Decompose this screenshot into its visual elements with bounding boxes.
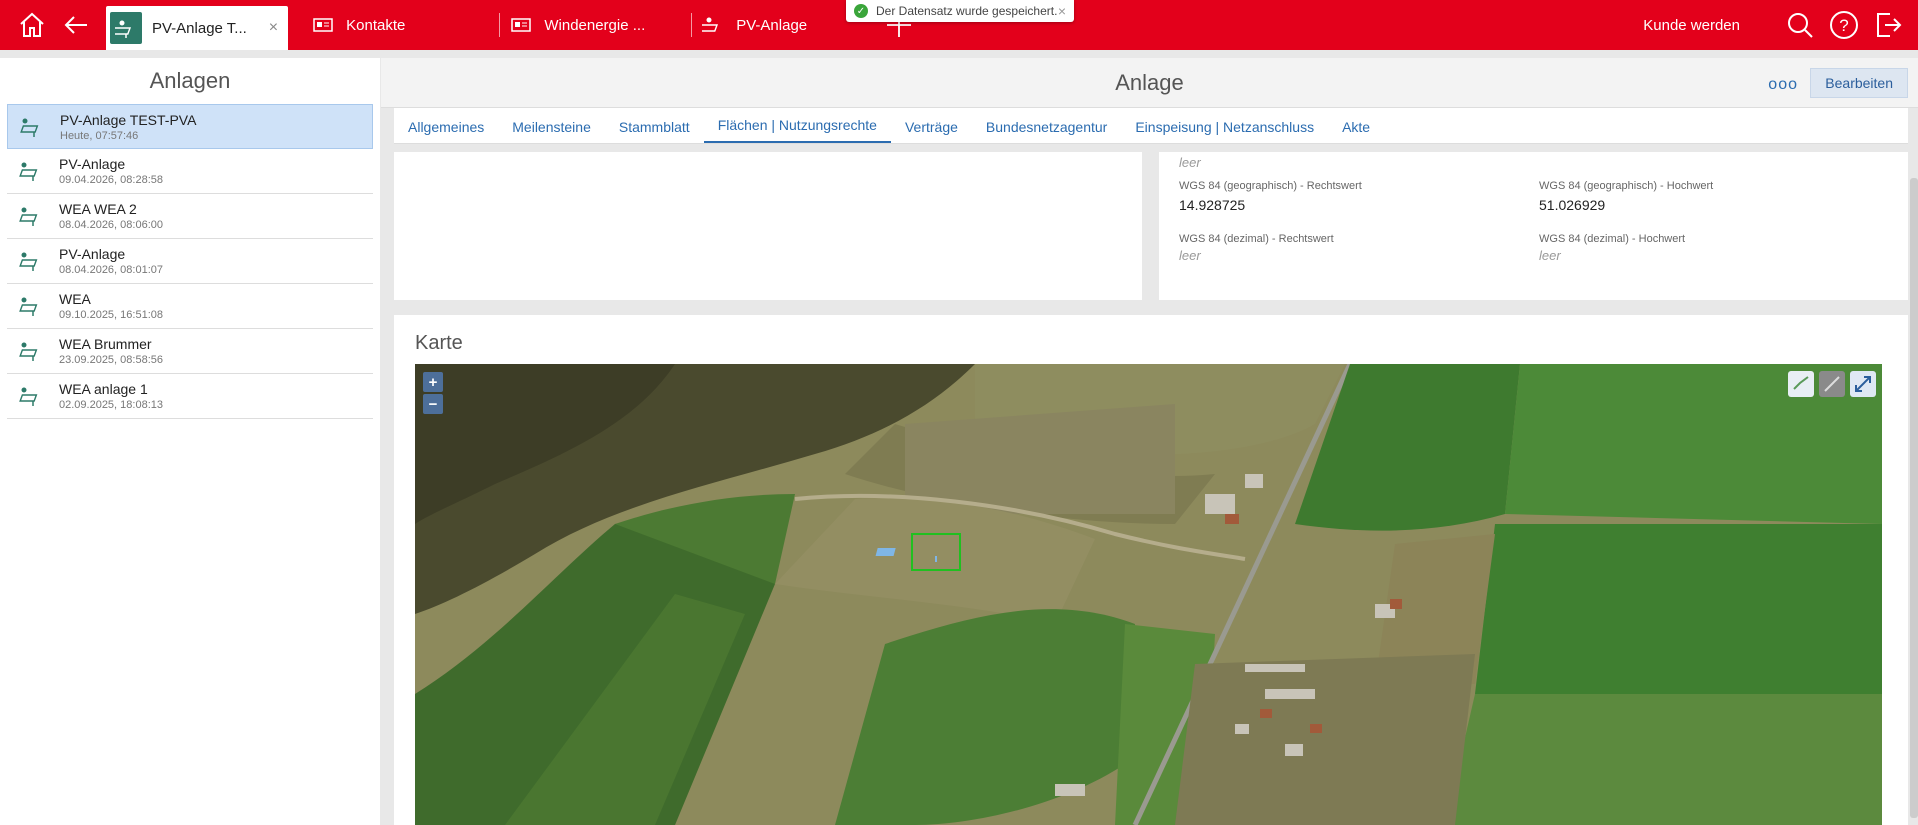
map-layer-icon[interactable] (1788, 371, 1814, 397)
svg-text:?: ? (1839, 16, 1848, 35)
pv-anlage-icon (14, 113, 50, 141)
anlage-list-item[interactable]: WEA 09.10.2025, 16:51:08 (7, 284, 373, 329)
detail-tab[interactable]: Stammblatt (605, 119, 704, 143)
list-item-timestamp: Heute, 07:57:46 (60, 129, 139, 142)
list-item-title: PV-Anlage (59, 246, 126, 262)
satellite-map[interactable]: + − (415, 364, 1882, 825)
detail-tab[interactable]: Flächen | Nutzungsrechte (703, 117, 891, 143)
tab-label: PV-Anlage T... (152, 19, 247, 37)
tab-windenergie[interactable]: Windenergie ... (500, 0, 655, 50)
toast-message: Der Datensatz wurde gespeichert. (876, 4, 1058, 18)
anlagen-sidebar: Anlagen PV-Anlage TEST-PVA Heute, 07:57:4… (0, 58, 380, 825)
pv-anlage-icon (13, 292, 49, 320)
tab-label: PV-Anlage (736, 16, 808, 34)
tab-kontakte[interactable]: Kontakte (302, 0, 415, 50)
main-panel: Anlage ooo Bearbeiten Allgemeines Meilens… (381, 58, 1918, 825)
detail-tab[interactable]: Akte (1328, 119, 1384, 143)
map-section: Karte + − (394, 315, 1908, 825)
contact-card-icon (510, 14, 532, 36)
list-item-timestamp: 23.09.2025, 08:58:56 (59, 354, 163, 366)
satellite-map-image (415, 364, 1882, 825)
more-options-button[interactable]: ooo (1768, 76, 1798, 94)
contact-card-icon (312, 14, 334, 36)
pv-anlage-icon (110, 12, 142, 44)
list-item-title: WEA WEA 2 (59, 201, 137, 217)
pv-anlage-icon (702, 14, 724, 36)
zoom-out-button[interactable]: − (423, 394, 443, 414)
field-label: WGS 84 (geographisch) - Hochwert (1539, 180, 1714, 192)
tab-pv-anlage-test[interactable]: PV-Anlage T... × (106, 6, 289, 50)
scrollbar[interactable] (1910, 178, 1918, 818)
tab-label: Kontakte (346, 16, 406, 34)
anlage-list-item[interactable]: WEA Brummer 23.09.2025, 08:58:56 (7, 329, 373, 374)
list-item-timestamp: 02.09.2025, 18:08:13 (59, 399, 163, 411)
anlage-list-item[interactable]: WEA WEA 2 08.04.2026, 08:06:00 (7, 194, 373, 239)
field-label: WGS 84 (dezimal) - Rechtswert (1179, 233, 1334, 245)
map-title: Karte (415, 332, 463, 354)
save-toast: ✓ Der Datensatz wurde gespeichert. × (846, 0, 1074, 22)
list-item-timestamp: 08.04.2026, 08:01:07 (59, 264, 163, 276)
pv-anlage-icon (13, 202, 49, 230)
detail-tab[interactable]: Verträge (891, 119, 972, 143)
close-icon[interactable]: × (269, 19, 278, 37)
field-value: leer (1539, 248, 1561, 263)
list-item-timestamp: 09.04.2026, 08:28:58 (59, 174, 163, 186)
pv-anlage-icon (13, 337, 49, 365)
pv-anlage-icon (13, 247, 49, 275)
empty-value: leer (1179, 155, 1201, 170)
field-label: WGS 84 (geographisch) - Rechtswert (1179, 180, 1362, 192)
tab-label: Windenergie ... (544, 16, 646, 34)
detail-tabs: Allgemeines Meilensteine Stammblatt Flächen… (394, 108, 1908, 144)
list-item-timestamp: 08.04.2026, 08:06:00 (59, 219, 163, 231)
fullscreen-icon[interactable] (1850, 371, 1876, 397)
list-item-title: WEA (59, 291, 91, 307)
anlage-list-item[interactable]: PV-Anlage 09.04.2026, 08:28:58 (7, 149, 373, 194)
logout-icon[interactable] (1866, 0, 1910, 50)
help-icon[interactable]: ? (1822, 0, 1866, 50)
field-value: leer (1179, 248, 1201, 263)
tab-pv-anlage[interactable]: PV-Anlage (692, 0, 817, 50)
pv-anlage-icon (13, 157, 49, 185)
sidebar-title: Anlagen (149, 68, 231, 93)
list-item-timestamp: 09.10.2025, 16:51:08 (59, 309, 163, 321)
home-icon[interactable] (12, 0, 52, 50)
check-icon: ✓ (854, 4, 868, 18)
list-item-title: WEA anlage 1 (59, 381, 148, 397)
list-item-title: WEA Brummer (59, 336, 152, 352)
pv-anlage-icon (13, 382, 49, 410)
coordinates-card: leer WGS 84 (geographisch) - Rechtswert … (1159, 152, 1908, 300)
search-icon[interactable] (1778, 0, 1822, 50)
field-value: 14.928725 (1179, 197, 1246, 213)
kunde-werden-link[interactable]: Kunde werden (1643, 17, 1740, 34)
list-item-title: PV-Anlage TEST-PVA (60, 111, 197, 128)
page-title: Anlage (1115, 69, 1184, 95)
zoom-in-button[interactable]: + (423, 372, 443, 392)
list-item-title: PV-Anlage (59, 156, 126, 172)
detail-tab[interactable]: Meilensteine (498, 119, 605, 143)
field-label: WGS 84 (dezimal) - Hochwert (1539, 233, 1686, 245)
detail-tab[interactable]: Einspeisung | Netzanschluss (1121, 119, 1328, 143)
detail-tab[interactable]: Allgemeines (394, 119, 498, 143)
field-value: 51.026929 (1539, 197, 1606, 213)
back-arrow-icon[interactable] (56, 0, 96, 50)
left-card (394, 152, 1142, 300)
anlage-list-item[interactable]: WEA anlage 1 02.09.2025, 18:08:13 (7, 374, 373, 419)
detail-tab[interactable]: Bundesnetzagentur (972, 119, 1121, 143)
zoom-controls: + − (423, 372, 445, 416)
main-header: Anlage ooo Bearbeiten (381, 58, 1918, 108)
satellite-layer-icon[interactable] (1819, 371, 1845, 397)
anlage-list-item[interactable]: PV-Anlage 08.04.2026, 08:01:07 (7, 239, 373, 284)
edit-button[interactable]: Bearbeiten (1810, 68, 1908, 98)
close-icon[interactable]: × (1058, 3, 1066, 19)
anlage-list-item[interactable]: PV-Anlage TEST-PVA Heute, 07:57:46 (7, 104, 373, 149)
